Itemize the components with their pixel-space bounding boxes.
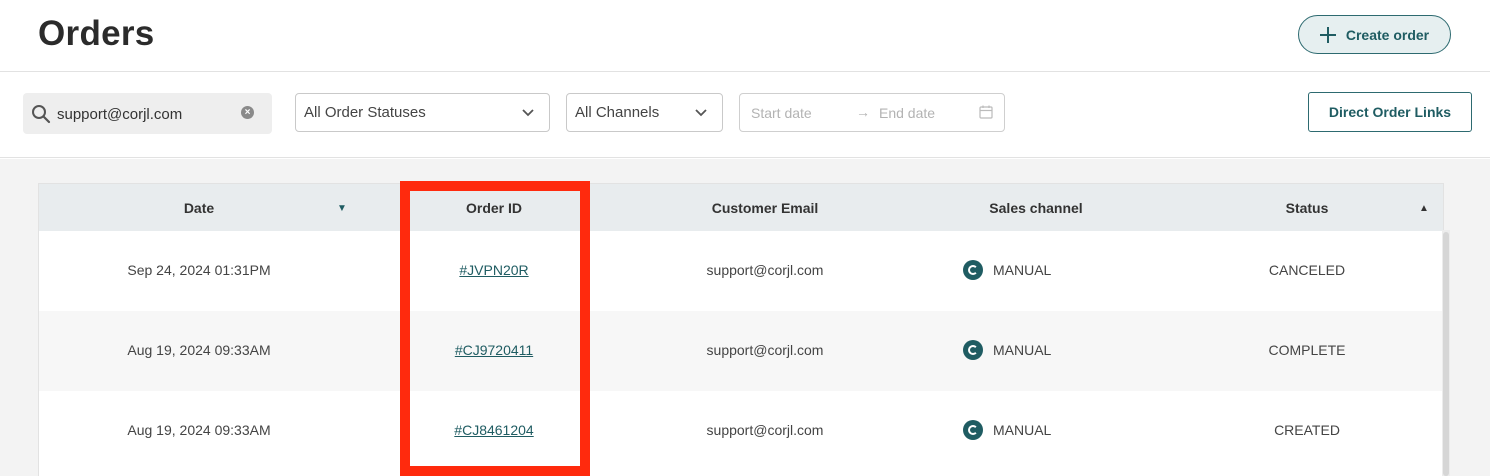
corjl-logo-icon [963,340,983,360]
sales-channel: MANUAL [963,260,1051,280]
order-date: Aug 19, 2024 09:33AM [127,342,271,358]
filter-bar: × All Order Statuses All Channels Start … [0,72,1490,158]
date-range-picker[interactable]: Start date → End date [739,93,1005,132]
search-icon [32,105,51,124]
orders-table: Date ▼ Order ID Customer Email Sales cha… [38,183,1444,476]
column-header-sales-channel[interactable]: Sales channel [989,200,1082,216]
table-row[interactable]: Sep 24, 2024 01:31PM #JVPN20R support@co… [39,231,1443,311]
table-row[interactable]: Aug 19, 2024 09:33AM #CJ9720411 support@… [39,311,1443,391]
page-header: Orders Create order [0,0,1490,72]
direct-order-links-button[interactable]: Direct Order Links [1308,92,1472,132]
search-input[interactable] [57,101,247,127]
customer-email: support@corjl.com [706,342,824,358]
table-header: Date ▼ Order ID Customer Email Sales cha… [39,184,1443,231]
clear-search-icon[interactable]: × [241,106,254,119]
plus-icon [1319,26,1336,43]
channel-select[interactable]: All Channels [566,93,723,132]
sort-asc-icon[interactable]: ▲ [1419,203,1429,214]
column-header-date[interactable]: Date [184,200,214,216]
page-title: Orders [38,14,155,53]
corjl-logo-icon [963,260,983,280]
sales-channel-label: MANUAL [993,422,1052,438]
create-order-button[interactable]: Create order [1298,15,1451,54]
sales-channel: MANUAL [963,420,1051,440]
start-date-input[interactable]: Start date [751,105,812,121]
sales-channel-label: MANUAL [993,262,1052,278]
order-id-highlight-annotation [400,181,590,476]
order-date: Sep 24, 2024 01:31PM [127,262,271,278]
scrollbar-thumb[interactable] [1443,232,1449,476]
search-box: × [23,93,272,134]
calendar-icon [979,105,993,119]
order-status: COMPLETE [1268,342,1346,358]
channel-select-value: All Channels [575,104,660,121]
sales-channel: MANUAL [963,340,1051,360]
order-date: Aug 19, 2024 09:33AM [127,422,271,438]
chevron-down-icon [522,109,534,117]
end-date-input[interactable]: End date [879,105,935,121]
column-header-customer-email[interactable]: Customer Email [712,200,819,216]
corjl-logo-icon [963,420,983,440]
order-status-select-value: All Order Statuses [304,104,426,121]
customer-email: support@corjl.com [706,262,824,278]
customer-email: support@corjl.com [706,422,824,438]
sort-desc-icon[interactable]: ▼ [337,203,347,214]
order-status: CREATED [1274,422,1340,438]
chevron-down-icon [695,109,707,117]
order-status: CANCELED [1268,262,1346,278]
column-header-status[interactable]: Status [1286,200,1329,216]
table-row[interactable]: Aug 19, 2024 09:33AM #CJ8461204 support@… [39,391,1443,471]
order-status-select[interactable]: All Order Statuses [295,93,550,132]
sales-channel-label: MANUAL [993,342,1052,358]
arrow-right-icon: → [856,104,870,120]
create-order-label: Create order [1345,26,1430,43]
